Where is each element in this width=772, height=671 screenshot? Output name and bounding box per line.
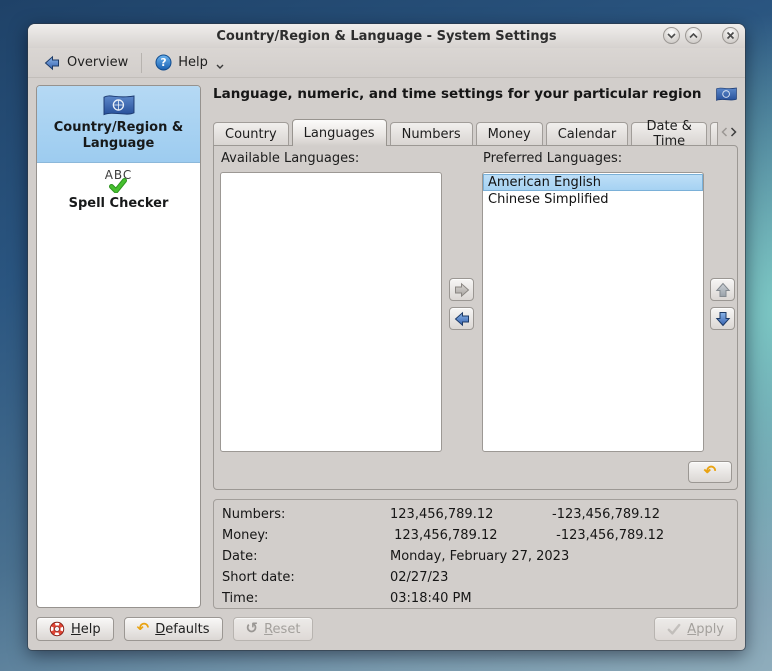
chevron-down-icon — [667, 32, 676, 40]
module-header: Language, numeric, and time settings for… — [213, 86, 738, 102]
list-item-american-english[interactable]: American English — [483, 174, 703, 191]
languages-tab-panel: Available Languages: Preferred Languages… — [213, 145, 738, 490]
preview-label: Time: — [222, 591, 390, 606]
defaults-button-label: Defaults — [155, 622, 209, 637]
preview-row: Money: 123,456,789.12 -123,456,789.12 — [222, 525, 729, 546]
un-flag-icon — [102, 93, 136, 117]
left-arrow-icon — [454, 311, 470, 327]
down-arrow-icon — [715, 311, 731, 327]
preview-label: Money: — [222, 528, 390, 543]
desktop-background: Country/Region & Language - System Setti… — [0, 0, 772, 671]
overview-button[interactable]: Overview — [36, 52, 135, 74]
undo-icon: ↶ — [704, 464, 717, 479]
svg-text:?: ? — [161, 57, 167, 69]
move-down-button[interactable] — [710, 307, 735, 330]
chevron-up-icon — [689, 32, 698, 40]
module-title: Language, numeric, and time settings for… — [213, 86, 702, 102]
defaults-button[interactable]: ↶ Defaults — [124, 617, 223, 641]
reset-undo-icon: ↺ — [246, 621, 259, 636]
available-languages-label: Available Languages: — [221, 151, 359, 166]
preview-value: Monday, February 27, 2023 — [390, 549, 552, 564]
tab-label: Money — [488, 127, 531, 142]
window-controls — [658, 27, 739, 44]
undo-changes-button[interactable]: ↶ — [688, 461, 732, 483]
move-up-button[interactable] — [710, 278, 735, 301]
reset-button[interactable]: ↺ Reset — [233, 617, 314, 641]
maximize-button[interactable] — [685, 27, 702, 44]
back-arrow-icon — [43, 55, 61, 71]
close-icon — [726, 31, 735, 40]
apply-button-label: Apply — [687, 622, 724, 637]
preview-value: 123,456,789.12 — [390, 528, 552, 543]
sidebar-item-label: Country/Region & Language — [43, 120, 194, 153]
tab-scroll-right-button[interactable] — [729, 122, 738, 142]
remove-language-button[interactable] — [449, 307, 474, 330]
add-language-button[interactable] — [449, 278, 474, 301]
tab-calendar[interactable]: Calendar — [546, 122, 628, 145]
sidebar: Country/Region & Language ABC Spell Chec… — [36, 85, 201, 608]
sidebar-item-label: Spell Checker — [69, 196, 169, 212]
tab-bar: Country Languages Numbers Money Calendar… — [213, 118, 738, 145]
titlebar[interactable]: Country/Region & Language - System Setti… — [28, 24, 745, 48]
tab-languages[interactable]: Languages — [292, 119, 387, 146]
apply-button[interactable]: Apply — [654, 617, 737, 641]
up-arrow-icon — [715, 282, 731, 298]
system-settings-window: Country/Region & Language - System Setti… — [28, 24, 745, 650]
preview-label: Date: — [222, 549, 390, 564]
chevron-right-icon — [730, 127, 737, 137]
tab-label: Numbers — [402, 127, 461, 142]
help-button-label: Help — [71, 622, 101, 637]
preview-value: 02/27/23 — [390, 570, 552, 585]
format-preview-panel: Numbers: 123,456,789.12 -123,456,789.12 … — [213, 499, 738, 609]
minimize-button[interactable] — [663, 27, 680, 44]
lifebuoy-icon — [49, 621, 65, 637]
help-icon: ? — [155, 54, 172, 71]
preview-value: 123,456,789.12 — [390, 507, 552, 522]
preview-value: 03:18:40 PM — [390, 591, 552, 606]
preview-negative-value: -123,456,789.12 — [552, 507, 660, 522]
defaults-undo-icon: ↶ — [137, 621, 150, 636]
reset-button-label: Reset — [264, 622, 300, 637]
spell-checker-icon: ABC — [105, 170, 133, 193]
tab-scroll-left-button[interactable] — [720, 122, 729, 142]
toolbar: Overview ? Help — [28, 48, 745, 78]
list-item-chinese-simplified[interactable]: Chinese Simplified — [483, 191, 703, 208]
right-arrow-icon — [454, 282, 470, 298]
preview-label: Numbers: — [222, 507, 390, 522]
tab-label: Calendar — [558, 127, 616, 142]
help-menu-button[interactable]: ? Help — [148, 51, 231, 74]
tab-label: Country — [225, 127, 277, 142]
preview-row: Numbers: 123,456,789.12 -123,456,789.12 — [222, 504, 729, 525]
preview-label: Short date: — [222, 570, 390, 585]
tab-label: Languages — [304, 126, 375, 141]
tab-country[interactable]: Country — [213, 122, 289, 145]
preferred-languages-list[interactable]: American English Chinese Simplified — [482, 172, 704, 452]
chevron-down-icon — [216, 64, 224, 70]
preferred-languages-label: Preferred Languages: — [483, 151, 622, 166]
un-flag-icon — [715, 86, 738, 102]
preview-row: Short date: 02/27/23 — [222, 567, 729, 588]
tab-overflow-sliver[interactable] — [710, 122, 718, 145]
tab-date-time[interactable]: Date & Time — [631, 122, 707, 145]
apply-check-icon — [667, 623, 681, 635]
chevron-left-icon — [721, 127, 728, 137]
sidebar-item-spell-checker[interactable]: ABC Spell Checker — [37, 163, 200, 221]
preview-row: Time: 03:18:40 PM — [222, 588, 729, 609]
help-button[interactable]: Help — [36, 617, 114, 641]
footer-button-bar: Help ↶ Defaults ↺ Reset Apply — [28, 608, 745, 650]
available-languages-list[interactable] — [220, 172, 442, 452]
overview-label: Overview — [67, 55, 128, 70]
tab-money[interactable]: Money — [476, 122, 543, 145]
sidebar-item-country-region-language[interactable]: Country/Region & Language — [37, 86, 200, 163]
tab-numbers[interactable]: Numbers — [390, 122, 473, 145]
toolbar-separator — [141, 53, 142, 73]
green-checkmark-icon — [108, 178, 128, 193]
preview-row: Date: Monday, February 27, 2023 — [222, 546, 729, 567]
preview-negative-value: -123,456,789.12 — [552, 528, 664, 543]
window-title: Country/Region & Language - System Setti… — [216, 29, 556, 44]
help-menu-label: Help — [178, 55, 208, 70]
close-button[interactable] — [722, 27, 739, 44]
